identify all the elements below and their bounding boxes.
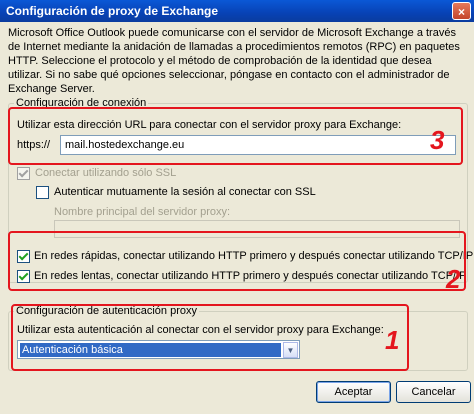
annotation-box-1 [11,304,409,371]
ssl-only-label: Conectar utilizando sólo SSL [35,167,177,179]
annotation-box-2 [8,231,466,291]
intro-text: Microsoft Office Outlook puede comunicar… [8,27,460,95]
title-bar[interactable]: Configuración de proxy de Exchange × [0,0,474,22]
window-title: Configuración de proxy de Exchange [6,4,219,18]
mutual-auth-checkbox[interactable] [36,186,49,199]
cancel-button[interactable]: Cancelar [396,381,471,403]
mutual-auth-label: Autenticar mutuamente la sesión al conec… [54,186,316,198]
principal-name-label: Nombre principal del servidor proxy: [54,206,231,218]
annotation-number-1: 1 [385,325,400,355]
proxy-dialog: Configuración de proxy de Exchange × Mic… [0,0,474,414]
annotation-number-2: 2 [446,264,461,294]
close-button[interactable]: × [452,2,471,20]
close-icon: × [457,5,465,19]
accept-button[interactable]: Aceptar [316,381,391,403]
ssl-only-checkbox[interactable] [17,167,30,180]
annotation-box-3 [8,107,463,165]
annotation-number-3: 3 [430,125,445,155]
